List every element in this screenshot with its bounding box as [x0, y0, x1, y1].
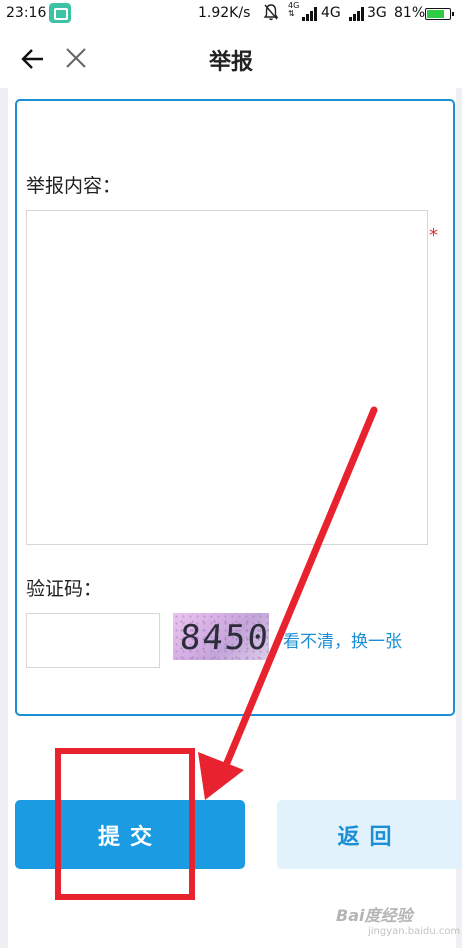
left-edge: [0, 88, 8, 948]
captcha-image-text: 8450: [178, 618, 269, 658]
screenshot-app-icon: [49, 3, 71, 23]
captcha-image[interactable]: 8450: [173, 613, 269, 660]
battery-percent: 81%: [394, 5, 426, 21]
status-time: 23:16: [6, 5, 47, 21]
report-content-label: 举报内容：: [26, 175, 122, 197]
network-type-indicator: 4G ⇅: [288, 2, 299, 18]
header-bar: 举报: [0, 28, 462, 88]
battery-level-fill: [427, 10, 444, 18]
annotation-arrow-head: [198, 752, 244, 800]
submit-button[interactable]: 提交: [15, 800, 245, 869]
required-mark: *: [429, 225, 438, 246]
data-transfer-icon: ⇅: [288, 9, 295, 18]
watermark-sub: jingyan.baidu.com: [368, 926, 461, 937]
status-bar: 23:16 1.92K/s 4G ⇅ 4G 3G 81%: [0, 0, 462, 28]
watermark: Bai度经验: [336, 906, 413, 925]
captcha-label: 验证码：: [26, 578, 103, 600]
return-button[interactable]: 返回: [277, 800, 462, 869]
signal-icon-sim2: [349, 7, 365, 21]
sim2-network-label: 3G: [367, 5, 387, 21]
page-title: 举报: [208, 50, 253, 75]
bell-muted-icon: [263, 3, 279, 25]
sim1-network-label: 4G: [321, 5, 341, 21]
report-content-textarea[interactable]: [26, 210, 428, 545]
captcha-input[interactable]: [26, 613, 160, 668]
battery-icon: [425, 8, 454, 20]
signal-icon: [302, 7, 318, 21]
refresh-captcha-link[interactable]: 看不清，换一张: [283, 627, 402, 652]
network-speed: 1.92K/s: [198, 5, 251, 21]
